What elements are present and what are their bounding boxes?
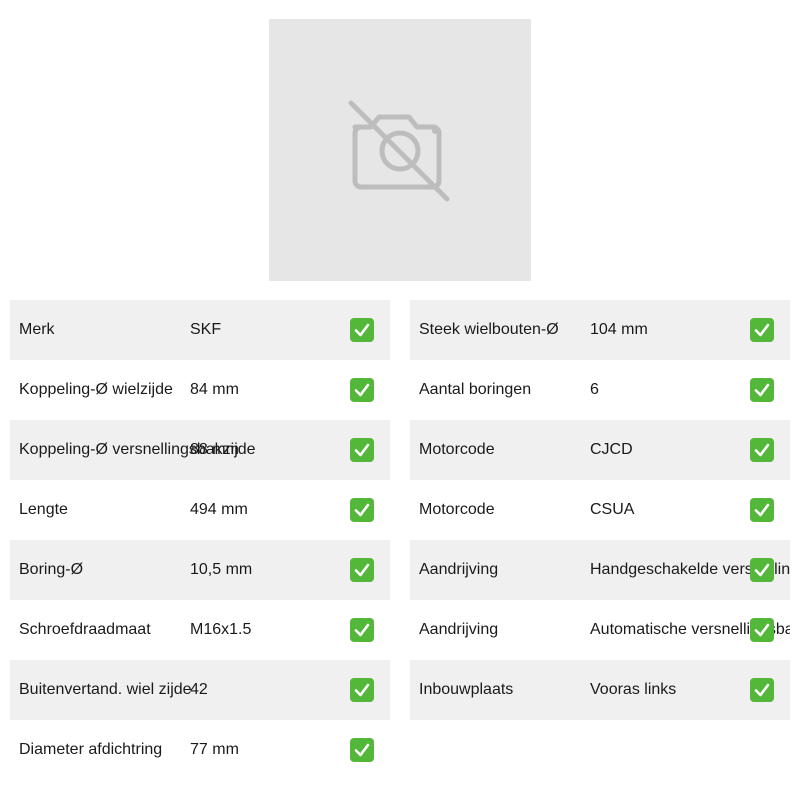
- checkmark-icon: [350, 498, 374, 522]
- spec-row: Motorcode CSUA: [410, 480, 790, 540]
- spec-value: CSUA: [590, 501, 635, 518]
- spec-label: Motorcode: [419, 501, 495, 518]
- spec-table-right: Steek wielbouten-Ø 104 mm Aantal boringe…: [410, 300, 790, 720]
- spec-label: Lengte: [19, 501, 68, 518]
- spec-row: Lengte 494 mm: [10, 480, 390, 540]
- spec-value: 104 mm: [590, 321, 648, 338]
- spec-value: 77 mm: [190, 741, 239, 758]
- checkmark-icon: [350, 438, 374, 462]
- checkmark-icon: [350, 618, 374, 642]
- spec-value: 6: [590, 381, 599, 398]
- checkmark-icon: [750, 678, 774, 702]
- checkmark-icon: [350, 318, 374, 342]
- product-spec-page: Merk SKF Koppeling-Ø wielzijde 84 mm Kop…: [0, 0, 800, 800]
- checkmark-icon: [350, 378, 374, 402]
- spec-label: Schroefdraadmaat: [19, 621, 151, 638]
- spec-table-left: Merk SKF Koppeling-Ø wielzijde 84 mm Kop…: [10, 300, 390, 780]
- spec-label: Koppeling-Ø wielzijde: [19, 381, 173, 398]
- spec-row: Aandrijving Automatische versnellingsbak: [410, 600, 790, 660]
- spec-value: 84 mm: [190, 381, 239, 398]
- checkmark-icon: [750, 618, 774, 642]
- spec-row: Merk SKF: [10, 300, 390, 360]
- spec-label: Aandrijving: [419, 621, 499, 638]
- spec-label: Inbouwplaats: [419, 681, 514, 698]
- spec-value: 10,5 mm: [190, 561, 253, 578]
- spec-row: Aandrijving Handgeschakelde versnellings…: [410, 540, 790, 600]
- spec-value: 494 mm: [190, 501, 248, 518]
- product-image-placeholder: [269, 19, 531, 281]
- spec-label: Boring-Ø: [19, 561, 84, 578]
- spec-row: Aantal boringen 6: [410, 360, 790, 420]
- spec-row: Diameter afdichtring 77 mm: [10, 720, 390, 780]
- spec-value: 88 mm: [190, 441, 239, 458]
- checkmark-icon: [750, 498, 774, 522]
- spec-label: Buitenvertand. wiel zijde: [19, 681, 192, 698]
- spec-row: Koppeling-Ø wielzijde 84 mm: [10, 360, 390, 420]
- spec-label: Diameter afdichtring: [19, 741, 163, 758]
- spec-label: Merk: [19, 321, 55, 338]
- spec-row: Inbouwplaats Vooras links: [410, 660, 790, 720]
- spec-row: Boring-Ø 10,5 mm: [10, 540, 390, 600]
- spec-value: M16x1.5: [190, 621, 252, 638]
- spec-label: Aantal boringen: [419, 381, 532, 398]
- checkmark-icon: [750, 378, 774, 402]
- checkmark-icon: [750, 558, 774, 582]
- checkmark-icon: [750, 438, 774, 462]
- spec-label: Steek wielbouten-Ø: [419, 321, 559, 338]
- checkmark-icon: [750, 318, 774, 342]
- spec-row: Steek wielbouten-Ø 104 mm: [410, 300, 790, 360]
- no-camera-icon: [348, 100, 450, 202]
- spec-row: Koppeling-Ø versnellingsbakzijde 88 mm: [10, 420, 390, 480]
- spec-value: CJCD: [590, 441, 633, 458]
- spec-row: Buitenvertand. wiel zijde 42: [10, 660, 390, 720]
- checkmark-icon: [350, 678, 374, 702]
- spec-row: Motorcode CJCD: [410, 420, 790, 480]
- spec-label: Aandrijving: [419, 561, 499, 578]
- spec-value: SKF: [190, 321, 222, 338]
- spec-row: Schroefdraadmaat M16x1.5: [10, 600, 390, 660]
- spec-value: Vooras links: [590, 681, 677, 698]
- checkmark-icon: [350, 558, 374, 582]
- checkmark-icon: [350, 738, 374, 762]
- spec-label: Motorcode: [419, 441, 495, 458]
- spec-value: 42: [190, 681, 208, 698]
